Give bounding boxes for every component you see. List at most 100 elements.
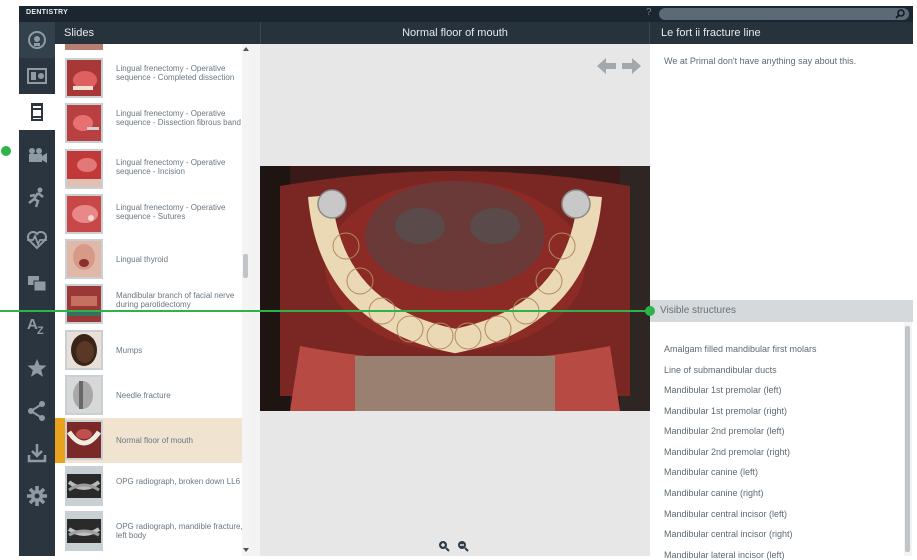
slide-label: Lingual frenectomy - Operative sequence … — [116, 64, 235, 82]
toolbar-animation[interactable] — [19, 179, 55, 215]
slide-item[interactable]: Lingual frenectomy - Operative sequence … — [55, 192, 250, 237]
toolbar-3d-anatomy[interactable] — [19, 22, 55, 58]
image-viewer — [260, 44, 650, 556]
toolbar-slides[interactable] — [19, 58, 55, 94]
selection-indicator — [55, 418, 65, 463]
slides-icon — [27, 68, 47, 84]
slide-item[interactable]: Mandibular branch of facial nerve during… — [55, 282, 250, 327]
slide-item-selected[interactable]: Normal floor of mouth — [55, 418, 250, 463]
search-icon[interactable] — [895, 9, 905, 19]
visible-structures-header: Visible structures — [650, 300, 913, 322]
slide-item[interactable]: Lingual thyroid — [55, 237, 250, 282]
slide-thumbnail — [65, 330, 103, 370]
slide-thumbnail — [65, 284, 103, 324]
toolbar-video[interactable] — [19, 137, 55, 173]
structure-item[interactable]: Amalgam filled mandibular first molars — [664, 344, 817, 354]
viewer-title: Normal floor of mouth — [260, 22, 650, 44]
slides-list: Lingual frenectomy - Operative sequence … — [55, 44, 250, 556]
slide-item[interactable]: Lingual frenectomy - Operative sequence … — [55, 147, 250, 192]
toolbar-settings[interactable] — [19, 478, 55, 514]
structures-scrollbar[interactable] — [904, 322, 912, 556]
slide-thumbnail — [65, 239, 103, 279]
download-icon — [27, 444, 47, 463]
slide-thumbnail — [65, 103, 103, 143]
structure-item[interactable]: Mandibular 2nd premolar (right) — [664, 447, 790, 457]
slide-thumbnail — [65, 420, 103, 460]
slide-label: Lingual frenectomy - Operative sequence … — [116, 109, 241, 127]
slide-label: Lingual thyroid — [116, 255, 169, 264]
info-title: Le fort ii fracture line — [650, 22, 913, 44]
video-icon — [29, 148, 47, 163]
slides-header: Slides — [55, 22, 260, 44]
info-note: We at Primal don't have anything say abo… — [664, 56, 857, 66]
slide-thumbnail — [65, 58, 103, 98]
scrollbar-thumb[interactable] — [905, 326, 910, 552]
toolbar-atlas[interactable] — [19, 94, 55, 130]
slide-item[interactable]: Needle fracture — [55, 373, 250, 418]
info-panel: We at Primal don't have anything say abo… — [650, 44, 913, 560]
structure-item[interactable]: Line of submandibular ducts — [664, 365, 777, 375]
panel-gutter — [250, 44, 260, 556]
arrow-left-icon[interactable] — [597, 58, 616, 74]
slides-scrollbar[interactable] — [242, 44, 250, 556]
top-bar: DENTISTRY ? — [19, 6, 913, 22]
slide-label: Mandibular branch of facial nerve during… — [116, 291, 235, 309]
slide-label: OPG radiograph, mandible fracture, left … — [116, 522, 243, 540]
help-button[interactable]: ? — [646, 7, 652, 18]
slide-label: Lingual frenectomy - Operative sequence … — [116, 203, 226, 221]
toolbar-folders[interactable] — [19, 265, 55, 301]
toolbar-favorites[interactable] — [19, 350, 55, 386]
scrollbar-thumb[interactable] — [243, 254, 248, 278]
structure-item[interactable]: Mandibular canine (left) — [664, 467, 758, 477]
slide-thumbnail-partial[interactable] — [65, 44, 103, 50]
toolbar-share[interactable] — [19, 393, 55, 429]
structure-item[interactable]: Mandibular lateral incisor (left) — [664, 550, 785, 560]
mouth-photo — [260, 166, 650, 411]
toolbar-physiology[interactable] — [19, 222, 55, 258]
app-brand: DENTISTRY — [26, 9, 69, 16]
arrow-right-icon[interactable] — [622, 58, 641, 74]
scroll-up-icon[interactable] — [243, 47, 249, 51]
structure-item[interactable]: Mandibular 2nd premolar (left) — [664, 426, 785, 436]
svg-text:Z: Z — [37, 325, 44, 336]
prev-next-arrows — [597, 58, 641, 74]
structure-item[interactable]: Mandibular central incisor (left) — [664, 509, 787, 519]
slide-thumbnail — [65, 194, 103, 234]
slide-label: Lingual frenectomy - Operative sequence … — [116, 158, 226, 176]
slide-item[interactable]: Lingual frenectomy - Operative sequence … — [55, 101, 250, 146]
callout-marker-toolbar — [1, 146, 11, 156]
a-z-icon: AZ — [27, 316, 44, 336]
slide-item[interactable]: OPG radiograph, mandible fracture, left … — [55, 509, 250, 554]
structure-item[interactable]: Mandibular 1st premolar (right) — [664, 406, 787, 416]
module-toolbar: AZ — [19, 22, 55, 556]
slide-label: OPG radiograph, broken down LL6 — [116, 477, 241, 486]
slide-label: Normal floor of mouth — [116, 436, 193, 445]
scroll-down-icon[interactable] — [243, 548, 249, 552]
structure-item[interactable]: Mandibular 1st premolar (left) — [664, 385, 782, 395]
slide-item[interactable]: OPG radiograph, broken down LL6 — [55, 464, 250, 509]
toolbar-download[interactable] — [19, 435, 55, 471]
share-icon — [28, 401, 45, 421]
favorites-icon — [27, 359, 47, 377]
callout-marker-visible-structures — [645, 306, 655, 316]
slide-thumbnail — [65, 375, 103, 415]
atlas-icon — [31, 103, 43, 121]
slide-item[interactable]: Lingual frenectomy - Operative sequence … — [55, 56, 250, 101]
slide-thumbnail — [65, 466, 103, 506]
app-window: DENTISTRY ? AZ Slides Normal floor of mo… — [19, 6, 913, 560]
slide-item[interactable]: Mumps — [55, 328, 250, 373]
structure-item[interactable]: Mandibular central incisor (right) — [664, 529, 793, 539]
slide-thumbnail — [65, 511, 103, 551]
physiology-icon — [27, 231, 47, 250]
settings-icon — [27, 486, 47, 506]
zoom-out-icon[interactable] — [457, 540, 469, 552]
slide-thumbnail — [65, 149, 103, 189]
zoom-in-icon[interactable] — [438, 540, 450, 552]
callout-line — [0, 310, 650, 312]
slide-label: Mumps — [116, 346, 143, 355]
structure-item[interactable]: Mandibular canine (right) — [664, 488, 764, 498]
folders-icon — [28, 276, 47, 292]
search-input[interactable] — [659, 8, 909, 20]
animation-icon — [28, 187, 44, 208]
toolbar-a-z[interactable]: AZ — [19, 307, 55, 343]
